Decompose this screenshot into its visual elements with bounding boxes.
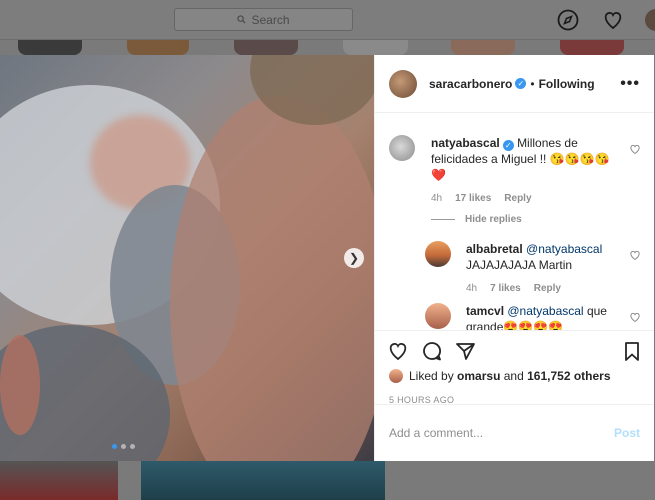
comment-time[interactable]: 4h	[466, 283, 477, 294]
verified-badge-icon: ✓	[502, 140, 514, 151]
carousel-dot	[121, 444, 126, 449]
story-thumbnail	[343, 40, 408, 55]
bookmark-icon[interactable]	[621, 340, 643, 362]
commenter-avatar[interactable]	[425, 303, 451, 329]
chevron-right-icon: ❯	[348, 251, 360, 265]
mention-link[interactable]: @natyabascal	[507, 304, 583, 318]
story-thumbnail	[560, 40, 624, 55]
carousel-next-button[interactable]: ❯	[344, 248, 364, 268]
search-icon	[237, 15, 246, 24]
search-input[interactable]: Search	[174, 8, 353, 31]
post-photo[interactable]	[0, 55, 374, 461]
commenter-avatar[interactable]	[389, 135, 415, 161]
comment-like-heart-icon[interactable]	[629, 249, 641, 261]
more-options-button[interactable]: •••	[620, 75, 640, 93]
comment-text: que	[586, 304, 607, 318]
top-nav-bar: Search	[0, 0, 655, 40]
commenter-username[interactable]: albabretal	[466, 242, 523, 256]
comment-text-heart: ❤️	[431, 168, 446, 182]
comment-time[interactable]: 4h	[431, 193, 442, 204]
carousel-indicator	[112, 444, 135, 449]
mention-link[interactable]: @natyabascal	[526, 242, 602, 256]
story-thumbnail	[451, 40, 515, 55]
comments-list[interactable]: natyabascal ✓ Millones de felicidades a M…	[375, 113, 654, 330]
feed-thumbnail[interactable]	[0, 461, 118, 500]
feed-thumbnail[interactable]	[141, 461, 385, 500]
compass-icon[interactable]	[557, 9, 579, 31]
carousel-dot	[112, 444, 117, 449]
liked-by-conjunction: and	[503, 369, 524, 383]
comment-like-heart-icon[interactable]	[629, 311, 641, 323]
share-paper-plane-icon[interactable]	[454, 340, 476, 362]
reply-button[interactable]: Reply	[504, 193, 531, 204]
comment-likes[interactable]: 17 likes	[455, 193, 491, 204]
author-username[interactable]: saracarbonero	[429, 77, 512, 91]
comment-bubble-icon[interactable]	[421, 340, 443, 362]
commenter-username[interactable]: tamcvl	[466, 304, 504, 318]
separator-dot: •	[530, 76, 535, 91]
hide-replies-button[interactable]: Hide replies	[431, 214, 641, 225]
story-thumbnail	[234, 40, 298, 55]
post-side-panel: saracarbonero ✓ • Following ••• natyabas…	[374, 55, 654, 461]
liked-by-prefix: Liked by	[409, 369, 454, 383]
comment: natyabascal ✓ Millones de felicidades a M…	[389, 135, 641, 225]
comment-likes[interactable]: 7 likes	[490, 283, 521, 294]
comment-text: JAJAJAJAJA Martin	[466, 258, 573, 272]
story-thumbnail	[18, 40, 82, 55]
profile-avatar-icon[interactable]	[645, 9, 655, 31]
author-avatar[interactable]	[389, 69, 417, 98]
likes-count-link[interactable]: 161,752 others	[527, 369, 610, 383]
liked-by-avatar[interactable]	[389, 369, 403, 383]
comment-composer: Add a comment... Post	[375, 404, 654, 461]
liked-by-user[interactable]: omarsu	[457, 369, 500, 383]
liked-by-row: Liked by omarsu and 161,752 others	[389, 369, 611, 383]
like-heart-icon[interactable]	[387, 340, 409, 362]
commenter-username[interactable]: natyabascal	[431, 136, 500, 150]
following-button[interactable]: Following	[539, 77, 595, 91]
story-thumbnail	[127, 40, 189, 55]
heart-icon[interactable]	[602, 9, 624, 31]
post-comment-button[interactable]: Post	[614, 426, 640, 440]
comment-input[interactable]: Add a comment...	[389, 426, 483, 440]
comment-reply: albabretal @natyabascal JAJAJAJAJA Marti…	[389, 241, 641, 294]
commenter-avatar[interactable]	[425, 241, 451, 267]
post-header: saracarbonero ✓ • Following •••	[375, 55, 654, 113]
comment-text-continued: grande😍😍😍😍	[466, 320, 564, 330]
verified-badge-icon: ✓	[515, 78, 527, 89]
search-placeholder: Search	[251, 12, 290, 27]
comment-reply: tamcvl @natyabascal que grande😍😍😍😍	[389, 303, 641, 330]
comment-like-heart-icon[interactable]	[629, 143, 641, 155]
carousel-dot	[130, 444, 135, 449]
reply-button[interactable]: Reply	[534, 283, 561, 294]
divider	[431, 218, 455, 220]
